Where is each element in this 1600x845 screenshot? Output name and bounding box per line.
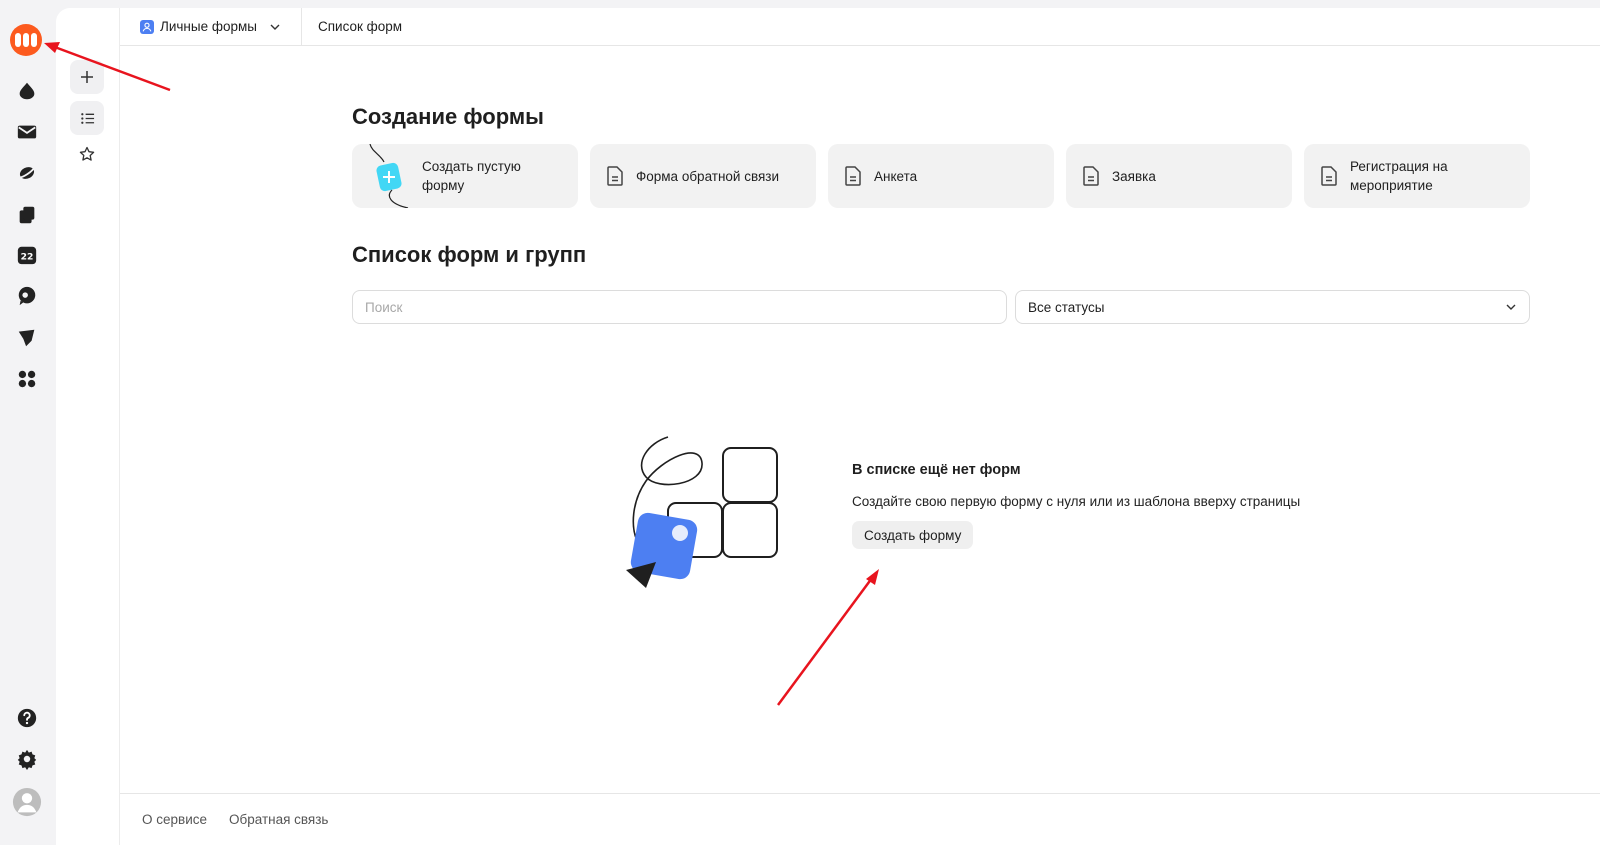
about-link[interactable]: О сервисе	[142, 812, 207, 827]
add-form-button[interactable]	[70, 60, 104, 94]
document-icon	[607, 166, 623, 186]
personal-user-icon	[140, 19, 154, 34]
template-event-registration[interactable]: Регистрация на мероприятие	[1304, 144, 1530, 208]
status-filter-value: Все статусы	[1028, 299, 1105, 315]
all-services-icon[interactable]	[14, 366, 40, 392]
footer: О сервисе Обратная связь	[120, 793, 1600, 845]
empty-state-description: Создайте свою первую форму с нуля или из…	[852, 494, 1301, 509]
yandex-360-logo-icon[interactable]	[10, 24, 42, 56]
template-survey[interactable]: Анкета	[828, 144, 1054, 208]
empty-state: В списке ещё нет форм Создайте свою перв…	[852, 462, 1352, 549]
chevron-down-icon	[1506, 304, 1516, 310]
documents-icon[interactable]	[14, 202, 40, 228]
chevron-down-icon	[270, 24, 280, 30]
feedback-link[interactable]: Обратная связь	[229, 812, 328, 827]
messenger-icon[interactable]	[14, 160, 40, 186]
settings-gear-icon[interactable]	[14, 746, 40, 772]
empty-state-title: В списке ещё нет форм	[852, 462, 1021, 478]
create-form-button[interactable]: Создать форму	[852, 521, 974, 549]
template-label: Регистрация на мероприятие	[1350, 159, 1448, 193]
forms-sidebar	[56, 8, 120, 845]
tracker-icon[interactable]	[14, 325, 40, 351]
document-icon	[845, 166, 861, 186]
document-icon	[1321, 166, 1337, 186]
toggle-sidebar-icon[interactable]	[70, 21, 104, 55]
forms-list-title: Список форм и групп	[352, 242, 587, 267]
template-label: Форма обратной связи	[636, 168, 780, 184]
template-list: Создать пустую форму Форма обратной связ…	[352, 144, 1532, 208]
app-rail: 22	[0, 0, 56, 845]
status-filter-select[interactable]: Все статусы	[1015, 290, 1530, 324]
template-label: Анкета	[874, 168, 918, 184]
user-avatar[interactable]	[11, 786, 43, 818]
mail-icon[interactable]	[14, 119, 40, 145]
workspace-switcher[interactable]: Личные формы	[120, 7, 302, 46]
workspace-label: Личные формы	[160, 19, 257, 34]
forms-content: Создание формы Создать пустую форму Форм…	[352, 46, 1532, 324]
help-icon[interactable]	[14, 705, 40, 731]
favorites-star-icon[interactable]	[70, 137, 104, 171]
telemost-icon[interactable]	[14, 283, 40, 309]
template-application[interactable]: Заявка	[1066, 144, 1292, 208]
breadcrumb: Список форм	[317, 19, 403, 34]
main-panel: Личные формы Список форм Создание формы …	[56, 7, 1600, 845]
document-icon	[1083, 166, 1099, 186]
calendar-icon[interactable]: 22	[14, 242, 40, 268]
top-bar: Личные формы Список форм	[120, 7, 1600, 46]
filters-bar: Все статусы	[352, 290, 1532, 324]
svg-text:22: 22	[21, 252, 34, 263]
template-feedback-form[interactable]: Форма обратной связи	[590, 144, 816, 208]
forms-list-icon[interactable]	[70, 101, 104, 135]
template-label: Заявка	[1112, 168, 1156, 184]
template-blank-form[interactable]: Создать пустую форму	[352, 144, 578, 208]
search-input[interactable]	[352, 290, 1007, 324]
create-form-title: Создание формы	[352, 104, 544, 129]
template-label: Создать пустую форму	[422, 159, 521, 193]
empty-list-illustration	[626, 436, 778, 588]
blank-form-illustration	[369, 144, 409, 208]
disk-icon[interactable]	[14, 78, 40, 104]
